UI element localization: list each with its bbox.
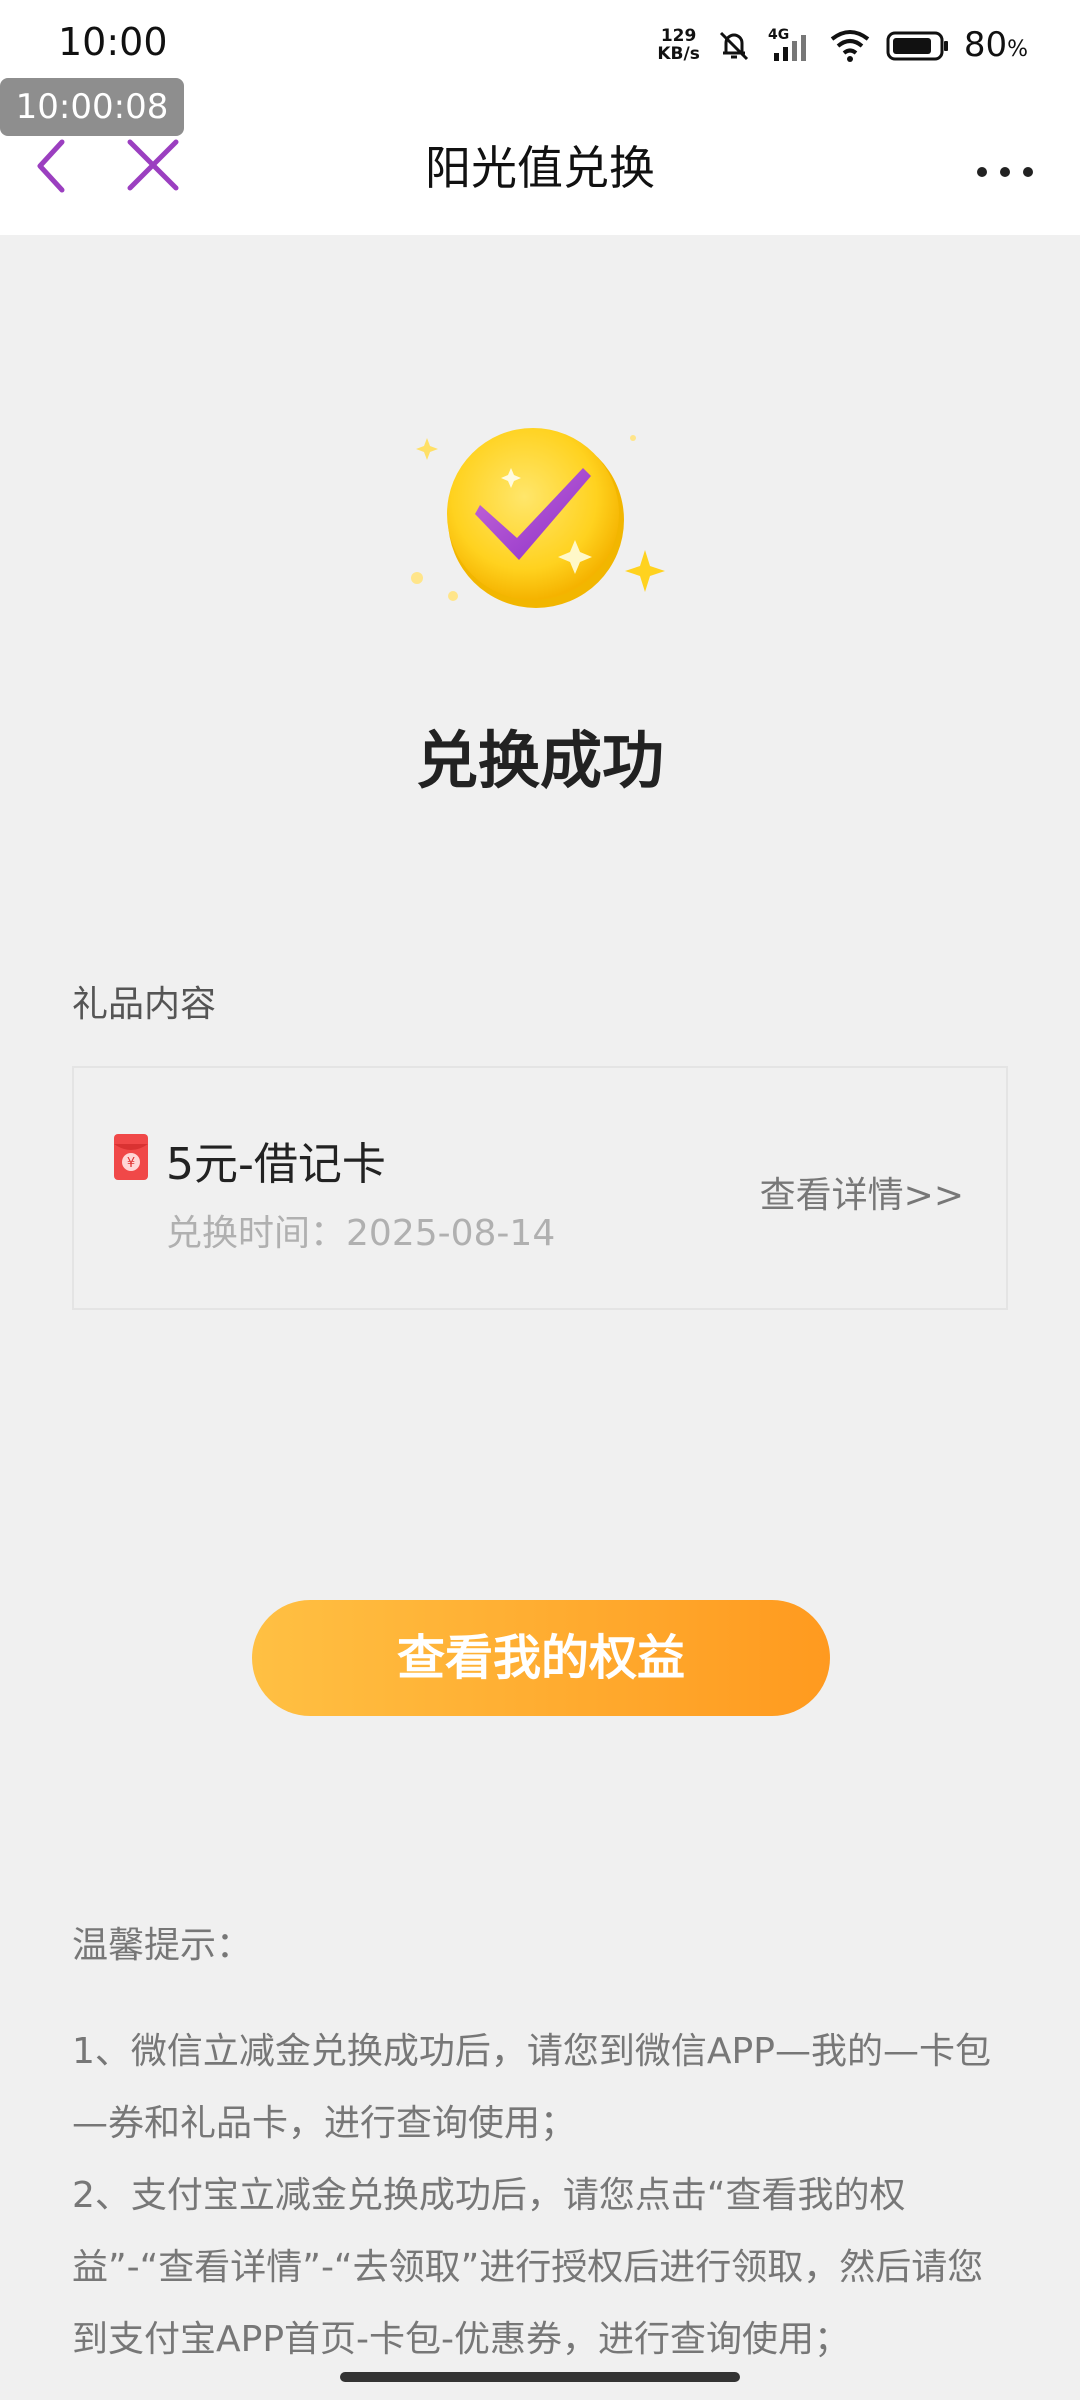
- status-bar: 10:00 129 KB/s 4G 80%: [0, 0, 1080, 90]
- net-speed-unit: KB/s: [657, 44, 700, 64]
- battery-icon: [886, 31, 948, 61]
- status-time: 10:00: [58, 20, 168, 64]
- page-title: 阳光值兑换: [425, 141, 655, 195]
- view-my-benefits-button[interactable]: 查看我的权益: [252, 1600, 830, 1716]
- gift-exchange-time: 兑换时间：2025-08-14: [166, 1204, 555, 1256]
- tip-item-1: 1、微信立减金兑换成功后，请您到微信APP—我的—卡包—券和礼品卡，进行查询使用…: [72, 2031, 991, 2144]
- more-horizontal-icon[interactable]: [960, 130, 1050, 200]
- nav-bar: 阳光值兑换: [0, 120, 1080, 210]
- gift-name: 5元-借记卡: [166, 1139, 386, 1190]
- battery-percent-value: 80: [963, 25, 1008, 65]
- cellular-signal-icon: 4G: [768, 27, 806, 61]
- tips-body: 1、微信立减金兑换成功后，请您到微信APP—我的—卡包—券和礼品卡，进行查询使用…: [72, 2016, 1012, 2376]
- view-details-link[interactable]: 查看详情>>: [760, 1166, 964, 1218]
- net-speed: 129 KB/s: [657, 27, 699, 63]
- gift-time-value: 2025-08-14: [346, 1213, 556, 1254]
- net-speed-value: 129: [660, 26, 697, 46]
- bell-muted-icon: [719, 31, 748, 61]
- gift-time-label: 兑换时间：: [166, 1213, 347, 1254]
- wifi-icon: [830, 30, 870, 62]
- tips-title: 温馨提示：: [72, 1925, 253, 1966]
- battery-percent-unit: %: [1007, 37, 1028, 62]
- battery-percent: 80%: [964, 25, 1028, 65]
- gift-section-label: 礼品内容: [72, 984, 217, 1025]
- tip-item-2: 2、支付宝立减金兑换成功后，请您点击“查看我的权益”-“查看详情”-“去领取”进…: [72, 2175, 984, 2360]
- status-icons: 129 KB/s 4G 80%: [657, 22, 1028, 68]
- network-type: 4G: [768, 27, 789, 43]
- success-coin-check-icon: [411, 428, 665, 608]
- success-title: 兑换成功: [415, 724, 664, 797]
- home-indicator[interactable]: [340, 2372, 740, 2382]
- svg-text:¥: ¥: [127, 1156, 135, 1171]
- gift-card: ¥ 5元-借记卡 兑换时间：2025-08-14 查看详情>>: [72, 1066, 1008, 1310]
- red-envelope-icon: ¥: [114, 1134, 148, 1180]
